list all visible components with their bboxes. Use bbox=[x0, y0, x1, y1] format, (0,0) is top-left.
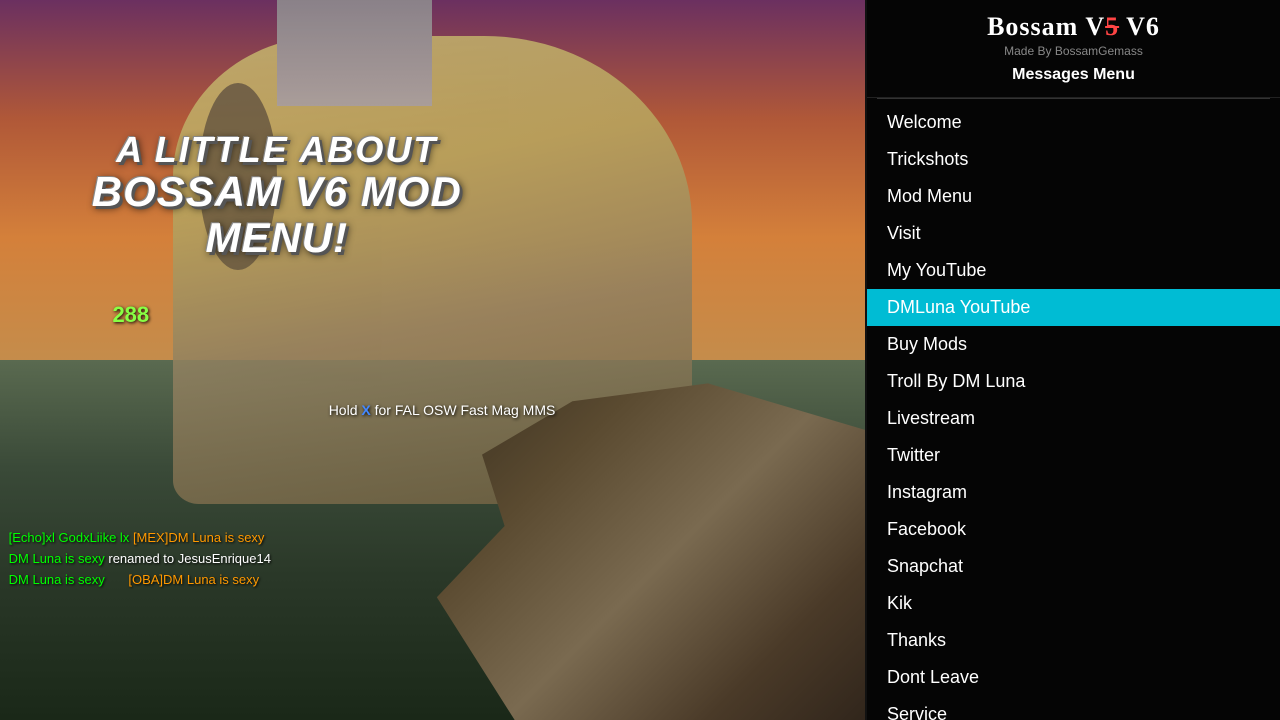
key-x: X bbox=[361, 402, 370, 418]
menu-item-twitter[interactable]: Twitter bbox=[867, 437, 1280, 474]
menu-title: Bossam V5 V6 bbox=[882, 12, 1265, 42]
title-version: 5 bbox=[1105, 12, 1119, 41]
menu-item-service[interactable]: Service bbox=[867, 696, 1280, 720]
weapon-area bbox=[389, 324, 865, 720]
menu-item-welcome[interactable]: Welcome bbox=[867, 104, 1280, 141]
menu-item-livestream[interactable]: Livestream bbox=[867, 400, 1280, 437]
menu-item-dmluna-youtube[interactable]: DMLuna YouTube bbox=[867, 289, 1280, 326]
menu-item-mod-menu[interactable]: Mod Menu bbox=[867, 178, 1280, 215]
overlay-line2: BOSSAM V6 MOD MENU! bbox=[26, 169, 528, 261]
menu-item-visit[interactable]: Visit bbox=[867, 215, 1280, 252]
menu-item-snapchat[interactable]: Snapchat bbox=[867, 548, 1280, 585]
menu-item-trickshots[interactable]: Trickshots bbox=[867, 141, 1280, 178]
chat-line-2: DM Luna is sexy renamed to JesusEnrique1… bbox=[9, 549, 271, 570]
menu-item-instagram[interactable]: Instagram bbox=[867, 474, 1280, 511]
menu-item-troll-by-dm-luna[interactable]: Troll By DM Luna bbox=[867, 363, 1280, 400]
menu-item-my-youtube[interactable]: My YouTube bbox=[867, 252, 1280, 289]
menu-items-list: WelcomeTrickshotsMod MenuVisitMy YouTube… bbox=[867, 99, 1280, 720]
chat-line-1: [Echo]xl GodxLiike lx [MEX]DM Luna is se… bbox=[9, 528, 271, 549]
menu-subtitle: Made By BossamGemass bbox=[882, 44, 1265, 58]
menu-item-kik[interactable]: Kik bbox=[867, 585, 1280, 622]
menu-header: Bossam V5 V6 Made By BossamGemass Messag… bbox=[867, 0, 1280, 98]
game-overlay-text: A LITTLE ABOUT BOSSAM V6 MOD MENU! bbox=[26, 130, 528, 262]
hud-hint: Hold X for FAL OSW Fast Mag MMS bbox=[329, 402, 556, 418]
menu-panel[interactable]: Bossam V5 V6 Made By BossamGemass Messag… bbox=[865, 0, 1280, 720]
title-v6: V6 bbox=[1119, 12, 1160, 41]
menu-item-thanks[interactable]: Thanks bbox=[867, 622, 1280, 659]
game-background: A LITTLE ABOUT BOSSAM V6 MOD MENU! 288 H… bbox=[0, 0, 865, 720]
menu-item-buy-mods[interactable]: Buy Mods bbox=[867, 326, 1280, 363]
menu-item-facebook[interactable]: Facebook bbox=[867, 511, 1280, 548]
menu-section-title: Messages Menu bbox=[882, 66, 1265, 84]
hud-hint-text: for FAL OSW Fast Mag MMS bbox=[375, 402, 556, 418]
chat-line-3: DM Luna is sexy [OBA]DM Luna is sexy bbox=[9, 570, 271, 591]
menu-item-dont-leave[interactable]: Dont Leave bbox=[867, 659, 1280, 696]
score-display: 288 bbox=[112, 302, 149, 328]
overlay-line1: A LITTLE ABOUT bbox=[26, 130, 528, 170]
chat-area: [Echo]xl GodxLiike lx [MEX]DM Luna is se… bbox=[9, 528, 271, 590]
title-bossam: Bossam V bbox=[987, 12, 1105, 41]
weapon-shape bbox=[437, 383, 865, 720]
